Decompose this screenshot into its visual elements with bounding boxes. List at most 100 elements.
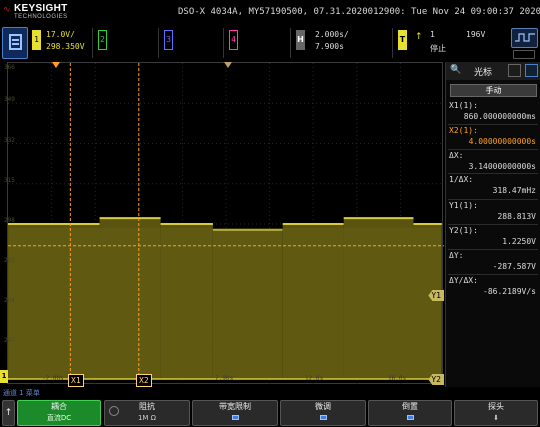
title-bar: ∿ KEYSIGHT TECHNOLOGIES DSO-X 4034A, MY5… xyxy=(0,0,540,26)
waveform-icon xyxy=(515,33,535,42)
trigger-position-marker[interactable] xyxy=(52,62,60,68)
divider xyxy=(290,28,291,58)
volt-label: 366 xyxy=(4,64,15,71)
cursor-x2-tag[interactable]: X2 xyxy=(136,374,152,387)
horizontal-indicator[interactable]: H xyxy=(296,30,305,50)
softkey-value: 1M Ω xyxy=(137,414,157,422)
knob-icon xyxy=(109,406,119,416)
time-label: 7.90s xyxy=(215,375,234,382)
divider xyxy=(448,224,538,225)
time-label: 12.0s xyxy=(305,375,324,382)
panel-menu-icon[interactable] xyxy=(525,64,538,77)
cursor-readout-value: 3.14000000000s xyxy=(468,162,536,171)
main-menu-button[interactable] xyxy=(2,27,28,59)
cursor-panel: 🔍 光标 手动 X1(1): 860.000000000ms X2(1): 4.000… xyxy=(445,62,540,387)
trigger-indicator[interactable]: T xyxy=(398,30,407,50)
horizontal-position-value[interactable]: 7.900s xyxy=(315,42,344,51)
divider xyxy=(448,173,538,174)
submenu-arrow-icon: ⬇ xyxy=(493,414,499,422)
brand-subtitle: TECHNOLOGIES xyxy=(14,14,68,20)
volt-label: 332 xyxy=(4,137,15,144)
expand-toggle[interactable] xyxy=(513,50,535,59)
divider xyxy=(392,28,393,58)
brand-name: KEYSIGHT xyxy=(14,3,68,14)
softkey-bandwidth-limit[interactable]: 带宽限制 xyxy=(192,400,278,426)
signal-envelope xyxy=(160,224,213,379)
volt-label: 298 xyxy=(4,217,15,224)
cursor-readout-label: ΔY/ΔX: xyxy=(449,276,478,285)
trigger-source[interactable]: 1 xyxy=(430,30,435,39)
channel-1-indicator[interactable]: 1 xyxy=(32,30,41,50)
timebase-value[interactable]: 2.000s/ xyxy=(315,30,349,39)
volt-label: 349 xyxy=(4,96,15,103)
trigger-level[interactable]: 196V xyxy=(466,30,485,39)
softkey-label: 带宽限制 xyxy=(219,402,251,411)
status-line: 通道 1 菜单 xyxy=(0,387,540,399)
softkey-coupling[interactable]: 耦合 直流DC xyxy=(17,400,101,426)
keysight-wave-icon: ∿ xyxy=(3,5,11,15)
arrow-up-icon: ↑ xyxy=(4,408,13,418)
waveform-canvas xyxy=(8,63,444,385)
divider xyxy=(448,199,538,200)
divider xyxy=(92,28,93,58)
time-label: -2.00s xyxy=(42,375,64,382)
waveform-display-button[interactable] xyxy=(511,28,538,48)
softkey-fine[interactable]: 微调 xyxy=(280,400,366,426)
softkey-invert[interactable]: 倒置 xyxy=(368,400,452,426)
cursor-readout-value: 288.813V xyxy=(497,212,536,221)
softkey-label: 倒置 xyxy=(402,402,418,411)
divider xyxy=(448,249,538,250)
channel-3-indicator[interactable]: 3 xyxy=(164,30,173,50)
softkey-probe[interactable]: 探头 ⬇ xyxy=(454,400,538,426)
toggle-indicator xyxy=(406,415,414,420)
cursor-readout-label: ΔX: xyxy=(449,151,464,160)
softkey-label: 微调 xyxy=(315,402,331,411)
cursor-readout-value: 1.2250V xyxy=(502,237,536,246)
divider xyxy=(448,274,538,275)
cursor-readout-label: X1(1): xyxy=(449,101,478,110)
cursor-readout-label: Y1(1): xyxy=(449,201,478,210)
cursor-readout-label: ΔY: xyxy=(449,251,464,260)
cursor-readout-value: -86.2189V/s xyxy=(483,287,536,296)
cursor-mode-button[interactable]: 手动 xyxy=(450,84,537,97)
time-reference-marker xyxy=(224,62,232,68)
cursor-panel-header: 🔍 光标 xyxy=(446,62,540,80)
menu-title: 通道 1 菜单 xyxy=(3,389,40,397)
softkey-label: 探头 xyxy=(488,402,504,411)
channel-1-scale[interactable]: 17.0V/ xyxy=(46,30,75,39)
cursor-panel-title: 光标 xyxy=(474,68,493,78)
channel-2-indicator[interactable]: 2 xyxy=(98,30,107,50)
channel-control-bar: 1 17.0V/ 298.350V 2 3 4 H 2.000s/ 7.900s… xyxy=(0,26,540,62)
menu-icon xyxy=(9,34,22,50)
panel-split-icon[interactable] xyxy=(508,64,521,77)
cursor-readout-value: 860.000000000ms xyxy=(463,112,536,121)
cursor-readout-value: 4.00000000000s xyxy=(468,137,536,146)
toggle-indicator xyxy=(319,415,327,420)
cursor-readout-label: 1/ΔX: xyxy=(449,175,474,184)
magnifier-icon: 🔍 xyxy=(450,65,462,75)
softkey-value: 直流DC xyxy=(46,414,72,422)
softkey-label: 耦合 xyxy=(51,402,67,411)
divider xyxy=(448,149,538,150)
softkey-impedance[interactable]: 阻抗 1M Ω xyxy=(104,400,190,426)
volt-label: 315 xyxy=(4,177,15,184)
channel-4-indicator[interactable]: 4 xyxy=(229,30,238,50)
acquisition-state: 停止 xyxy=(430,44,446,53)
softkey-bar: ↑ 耦合 直流DC 阻抗 1M Ω 带宽限制 微调 倒置 探头 ⬇ xyxy=(0,399,540,427)
divider xyxy=(448,124,538,125)
instrument-id-line: DSO-X 4034A, MY57190500, 07.31.202001290… xyxy=(178,7,540,17)
menu-up-button[interactable]: ↑ xyxy=(2,400,15,426)
volt-label: 264 xyxy=(4,297,15,304)
divider xyxy=(223,28,224,58)
channel-1-ground-marker[interactable]: 1 xyxy=(0,370,8,383)
channel-1-offset[interactable]: 298.350V xyxy=(46,42,85,51)
cursor-x1-tag[interactable]: X1 xyxy=(68,374,84,387)
time-label: 16.0s xyxy=(388,375,407,382)
cursor-readout-label: Y2(1): xyxy=(449,226,478,235)
cursor-readout-value: 318.47mHz xyxy=(492,186,536,195)
waveform-display[interactable] xyxy=(7,62,444,385)
rising-edge-icon: ↑ xyxy=(415,32,423,42)
cursor-readout-value: -287.587V xyxy=(492,262,536,271)
cursor-readout-label: X2(1): xyxy=(449,126,478,135)
volt-label: 281 xyxy=(4,257,15,264)
